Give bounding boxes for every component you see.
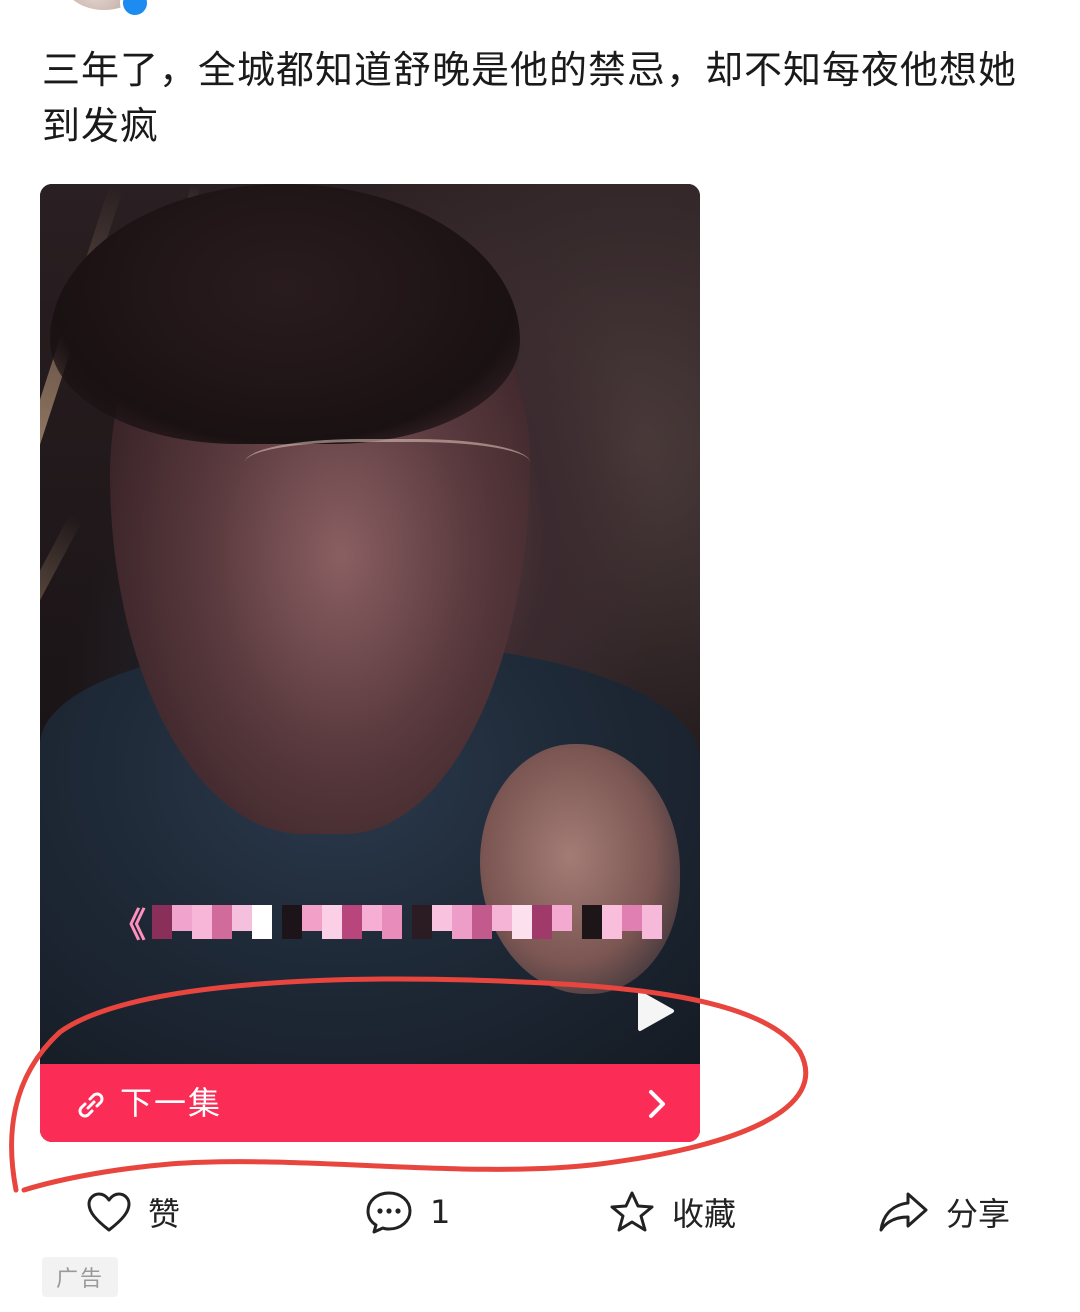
subtitle-mosaic-block — [362, 905, 382, 931]
subtitle-mosaic-block — [322, 905, 342, 939]
next-episode-label: 下一集 — [120, 1084, 223, 1122]
video-ad-card[interactable]: 《 下一集 — [40, 184, 700, 1142]
person-hair — [50, 184, 520, 444]
next-episode-button[interactable]: 下一集 — [40, 1064, 700, 1142]
person-glasses — [245, 439, 530, 497]
subtitle-mosaic-block — [432, 905, 452, 931]
subtitle-mosaic-block — [302, 905, 322, 931]
subtitle-mosaic-block — [232, 905, 252, 931]
subtitle-mosaic-block — [512, 905, 532, 939]
subtitle-mosaic-block — [492, 905, 512, 931]
post-text: 三年了，全城都知道舒晚是他的禁忌，却不知每夜他想她到发疯 — [42, 48, 1018, 148]
subtitle-mosaic-block — [582, 905, 602, 939]
subtitle-prefix: 《 — [112, 905, 146, 946]
chevron-right-icon — [649, 1090, 665, 1118]
subtitle-mosaic-block — [212, 905, 232, 939]
like-label: 赞 — [148, 1195, 181, 1233]
like-button[interactable]: 赞 — [86, 1180, 180, 1244]
comment-icon — [366, 1191, 412, 1234]
subtitle-mosaic-block — [382, 905, 402, 939]
share-button[interactable]: 分享 — [878, 1180, 1010, 1244]
subtitle-mosaic-block — [552, 905, 572, 931]
link-icon — [78, 1092, 104, 1118]
favorite-label: 收藏 — [672, 1195, 737, 1233]
pixelated-subtitle: 《 — [112, 896, 662, 948]
favorite-button[interactable]: 收藏 — [608, 1180, 736, 1244]
subtitle-mosaic-block — [192, 905, 212, 939]
share-label: 分享 — [946, 1195, 1011, 1233]
verified-badge-icon — [120, 0, 150, 18]
subtitle-mosaic-block — [602, 905, 622, 939]
ad-badge: 广告 — [42, 1257, 118, 1297]
subtitle-mosaic-block — [532, 905, 552, 939]
subtitle-mosaic-block — [342, 905, 362, 939]
comment-button[interactable]: 1 — [364, 1180, 450, 1244]
star-icon — [610, 1191, 654, 1232]
subtitle-mosaic-block — [622, 905, 642, 931]
play-icon[interactable] — [636, 990, 676, 1032]
subtitle-mosaic-block — [152, 905, 172, 939]
subtitle-mosaic-block — [252, 905, 272, 939]
share-icon — [879, 1192, 928, 1232]
subtitle-mosaic — [152, 905, 662, 939]
video-thumbnail[interactable]: 《 — [40, 184, 700, 1064]
subtitle-mosaic-block — [412, 905, 432, 939]
action-bar: 赞 1 收藏 分享 — [0, 1180, 1080, 1244]
comment-count: 1 — [430, 1193, 451, 1231]
subtitle-mosaic-block — [452, 905, 472, 939]
subtitle-mosaic-block — [472, 905, 492, 939]
subtitle-mosaic-block — [282, 905, 302, 939]
heart-icon — [87, 1192, 131, 1232]
subtitle-mosaic-block — [642, 905, 662, 939]
subtitle-mosaic-block — [172, 905, 192, 931]
